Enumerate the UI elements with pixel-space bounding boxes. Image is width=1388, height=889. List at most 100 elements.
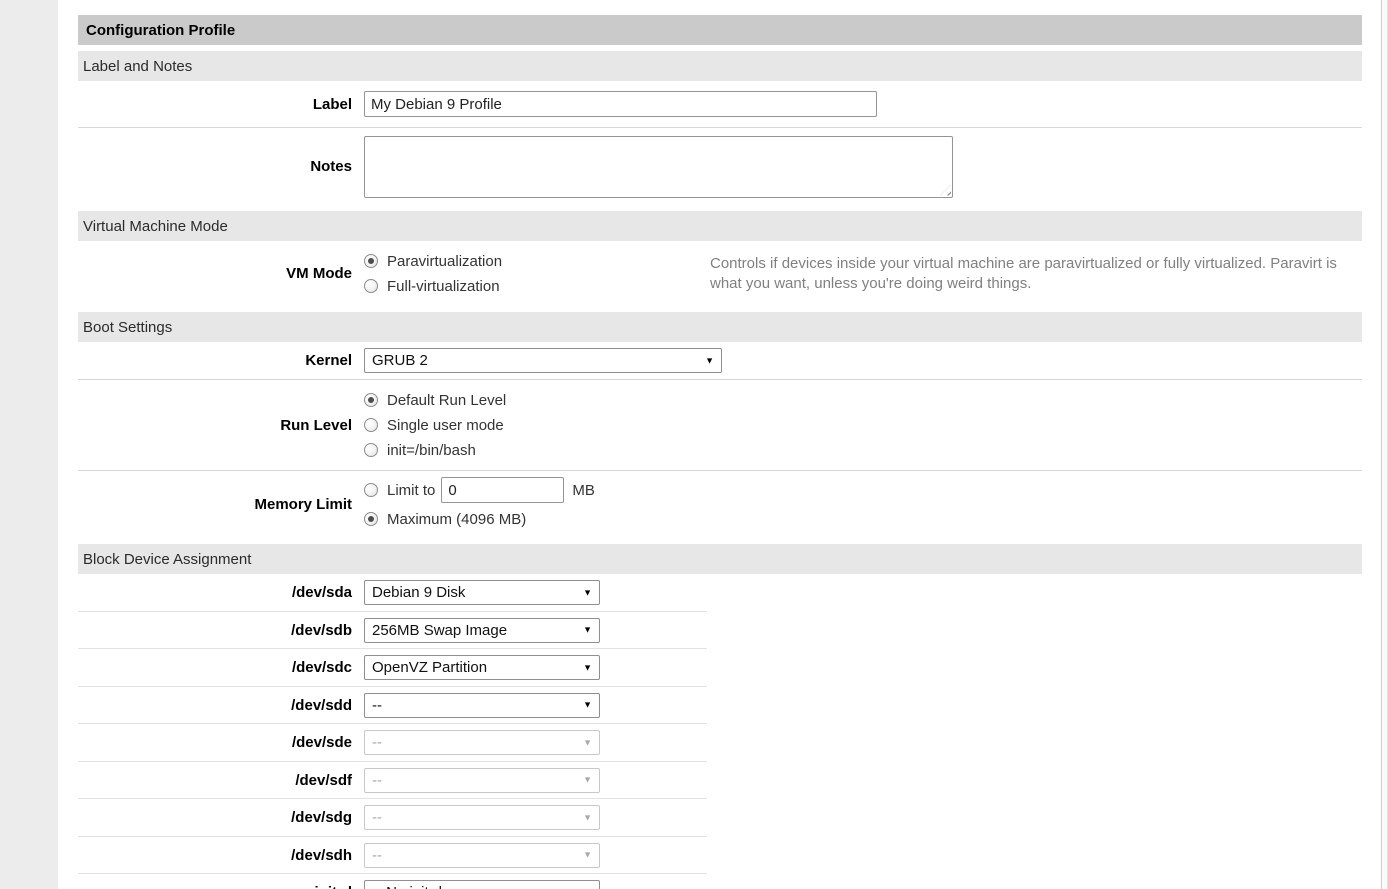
dropdown-arrow-icon: ▼ <box>583 851 592 860</box>
device-select-value: -- <box>372 847 382 864</box>
notes-row: Notes <box>78 128 1362 205</box>
run-level-label: Run Level <box>78 417 364 434</box>
run-level-options: Default Run Level Single user mode init=/b… <box>364 388 506 463</box>
label-input[interactable] <box>364 91 877 117</box>
vm-mode-radio-paravirtualization[interactable] <box>364 254 378 268</box>
memory-limit-option-max-label: Maximum (4096 MB) <box>387 511 526 528</box>
memory-limit-radio[interactable] <box>364 483 378 497</box>
device-select-initrd[interactable]: -- No initrd --▼ <box>364 880 600 889</box>
vm-mode-option-label: Paravirtualization <box>387 253 502 270</box>
block-device-rows: /dev/sdaDebian 9 Disk▼/dev/sdb256MB Swap… <box>78 574 1362 889</box>
dropdown-arrow-icon: ▼ <box>583 813 592 822</box>
vm-mode-row: VM Mode Paravirtualization Full-virtualiz… <box>78 241 1362 306</box>
device-label-dev-sdc: /dev/sdc <box>78 659 364 676</box>
label-field-label: Label <box>78 96 364 113</box>
configuration-profile-form: Configuration Profile Label and Notes La… <box>78 0 1362 889</box>
vm-mode-options: Paravirtualization Full-virtualization <box>364 249 710 299</box>
device-row-dev-sde: /dev/sde -- ▼ <box>78 724 1362 762</box>
device-select-value: 256MB Swap Image <box>372 622 507 639</box>
device-label-dev-sdb: /dev/sdb <box>78 622 364 639</box>
device-select-value: -- <box>372 809 382 826</box>
section-label-and-notes: Label and Notes <box>78 51 1362 81</box>
device-label-dev-sdh: /dev/sdh <box>78 847 364 864</box>
label-row: Label <box>78 81 1362 128</box>
device-row-initrd: initrd-- No initrd --▼ <box>78 874 1362 889</box>
device-select-value: Debian 9 Disk <box>372 584 465 601</box>
section-block-device-assignment: Block Device Assignment <box>78 544 1362 574</box>
kernel-select[interactable]: GRUB 2 ▼ <box>364 348 722 373</box>
vertical-scrollbar[interactable] <box>1381 0 1388 889</box>
section-label-and-notes-text: Label and Notes <box>83 58 192 75</box>
device-select-value: -- <box>372 697 382 714</box>
vm-mode-help-text: Controls if devices inside your virtual … <box>710 254 1340 294</box>
vm-mode-option-full-virtualization: Full-virtualization <box>364 274 710 299</box>
vm-mode-option-label: Full-virtualization <box>387 278 500 295</box>
device-label-dev-sdg: /dev/sdg <box>78 809 364 826</box>
notes-field-label: Notes <box>78 158 364 175</box>
section-block-device-assignment-text: Block Device Assignment <box>83 551 251 568</box>
dropdown-arrow-icon: ▼ <box>583 738 592 747</box>
kernel-label: Kernel <box>78 352 364 369</box>
run-level-radio-single-user-mode[interactable] <box>364 418 378 432</box>
vm-mode-label: VM Mode <box>78 265 364 282</box>
run-level-option-default-run-level: Default Run Level <box>364 388 506 413</box>
notes-textarea[interactable] <box>364 136 953 198</box>
device-label-dev-sde: /dev/sde <box>78 734 364 751</box>
section-virtual-machine-mode: Virtual Machine Mode <box>78 211 1362 241</box>
memory-limit-option-limit: Limit to MB <box>364 476 595 505</box>
device-select-value: OpenVZ Partition <box>372 659 487 676</box>
device-row-dev-sdf: /dev/sdf -- ▼ <box>78 762 1362 800</box>
section-boot-settings-text: Boot Settings <box>83 319 172 336</box>
device-select-value: -- No initrd -- <box>372 884 456 889</box>
kernel-row: Kernel GRUB 2 ▼ <box>78 342 1362 380</box>
dropdown-arrow-icon: ▼ <box>583 701 592 710</box>
dropdown-arrow-icon: ▼ <box>583 626 592 635</box>
device-row-dev-sdg: /dev/sdg -- ▼ <box>78 799 1362 837</box>
run-level-radio-default-run-level[interactable] <box>364 393 378 407</box>
device-select-dev-sdb[interactable]: 256MB Swap Image ▼ <box>364 618 600 643</box>
device-label-dev-sdf: /dev/sdf <box>78 772 364 789</box>
device-label-initrd: initrd <box>78 884 364 889</box>
device-select-dev-sdd[interactable]: -- ▼ <box>364 693 600 718</box>
run-level-option-label: init=/bin/bash <box>387 442 476 459</box>
run-level-option-label: Default Run Level <box>387 392 506 409</box>
device-row-dev-sdh: /dev/sdh -- ▼ <box>78 837 1362 875</box>
dropdown-arrow-icon: ▼ <box>583 588 592 597</box>
section-virtual-machine-mode-text: Virtual Machine Mode <box>83 218 228 235</box>
memory-limit-unit: MB <box>572 482 595 499</box>
device-row-dev-sdc: /dev/sdc OpenVZ Partition ▼ <box>78 649 1362 687</box>
device-select-dev-sdc[interactable]: OpenVZ Partition ▼ <box>364 655 600 680</box>
device-select-dev-sdh: -- ▼ <box>364 843 600 868</box>
run-level-option-init-bin-bash: init=/bin/bash <box>364 438 506 463</box>
device-select-dev-sdg: -- ▼ <box>364 805 600 830</box>
dropdown-arrow-icon: ▼ <box>705 356 714 365</box>
memory-limit-label: Memory Limit <box>78 496 364 513</box>
memory-limit-row: Memory Limit Limit to MB Maximum (4096 M… <box>78 471 1362 538</box>
device-select-value: -- <box>372 734 382 751</box>
memory-maximum-radio[interactable] <box>364 512 378 526</box>
run-level-option-single-user-mode: Single user mode <box>364 413 506 438</box>
dropdown-arrow-icon: ▼ <box>583 663 592 672</box>
device-row-dev-sdd: /dev/sdd -- ▼ <box>78 687 1362 725</box>
left-gutter <box>0 0 58 889</box>
run-level-option-label: Single user mode <box>387 417 504 434</box>
vm-mode-radio-full-virtualization[interactable] <box>364 279 378 293</box>
device-select-dev-sda[interactable]: Debian 9 Disk ▼ <box>364 580 600 605</box>
vm-mode-option-paravirtualization: Paravirtualization <box>364 249 710 274</box>
memory-limit-option-limit-label: Limit to <box>387 482 435 499</box>
memory-limit-input[interactable] <box>441 477 564 503</box>
device-select-value: -- <box>372 772 382 789</box>
kernel-select-value: GRUB 2 <box>372 352 428 369</box>
page-title-text: Configuration Profile <box>86 22 235 39</box>
device-select-dev-sde: -- ▼ <box>364 730 600 755</box>
device-label-dev-sdd: /dev/sdd <box>78 697 364 714</box>
device-select-dev-sdf: -- ▼ <box>364 768 600 793</box>
run-level-radio-init-bin-bash[interactable] <box>364 443 378 457</box>
device-label-dev-sda: /dev/sda <box>78 584 364 601</box>
memory-limit-option-max: Maximum (4096 MB) <box>364 505 595 534</box>
section-boot-settings: Boot Settings <box>78 312 1362 342</box>
device-row-dev-sdb: /dev/sdb 256MB Swap Image ▼ <box>78 612 1362 650</box>
dropdown-arrow-icon: ▼ <box>583 776 592 785</box>
run-level-row: Run Level Default Run Level Single user m… <box>78 380 1362 471</box>
device-row-dev-sda: /dev/sda Debian 9 Disk ▼ <box>78 574 1362 612</box>
